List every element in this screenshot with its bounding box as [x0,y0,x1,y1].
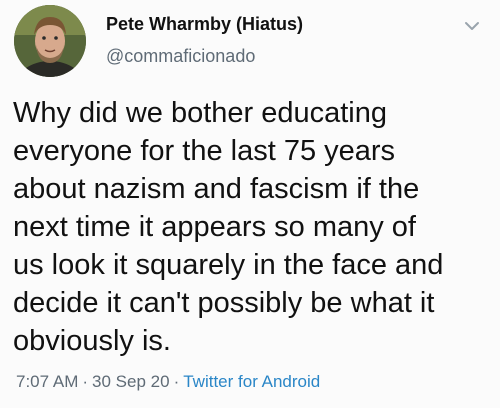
tweet-source-link[interactable]: Twitter for Android [183,372,320,391]
user-handle[interactable]: @commaficionado [106,46,255,67]
tweet-date[interactable]: 30 Sep 20 [92,372,170,391]
tweet-text-line: next time it appears so many of [13,211,416,243]
avatar[interactable] [14,5,86,77]
tweet-text-line: obviously is. [13,325,171,357]
tweet-text-line: about nazism and fascism if the [13,173,420,205]
tweet-text: Why did we bother educating everyone for… [13,94,491,360]
display-name[interactable]: Pete Wharmby (Hiatus) [106,14,303,35]
meta-separator: · [173,372,180,391]
tweet-text-line: everyone for the last 75 years [13,135,396,167]
tweet-card: Pete Wharmby (Hiatus) @commaficionado Wh… [0,0,500,408]
tweet-time[interactable]: 7:07 AM [16,372,78,391]
tweet-text-line: us look it squarely in the face and [13,249,444,281]
tweet-text-line: Why did we bother educating [13,97,387,129]
avatar-image [14,5,86,77]
meta-separator: · [82,372,89,391]
tweet-text-line: decide it can't possibly be what it [13,287,435,319]
chevron-down-icon[interactable] [462,18,482,34]
tweet-meta: 7:07 AM · 30 Sep 20 · Twitter for Android [16,372,320,392]
